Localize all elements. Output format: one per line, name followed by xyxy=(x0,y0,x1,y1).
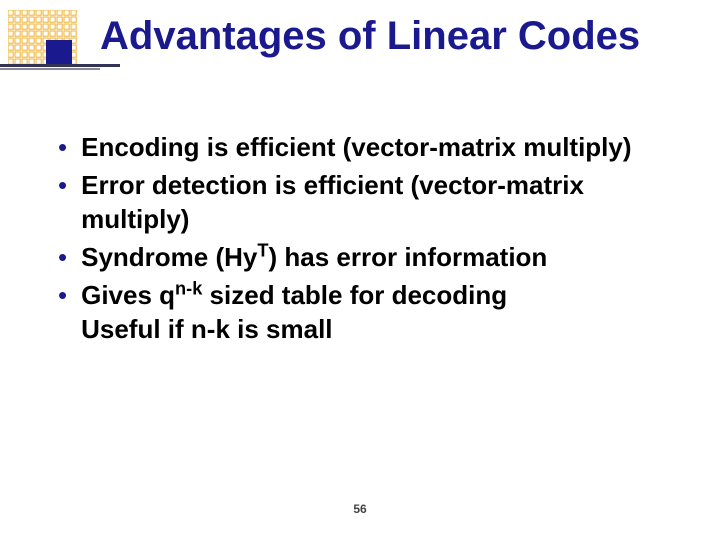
bullet-marker-icon: • xyxy=(58,278,67,312)
bullet-text: Encoding is efficient (vector-matrix mul… xyxy=(81,130,631,164)
bullet-text: Gives qn-k sized table for decodingUsefu… xyxy=(81,278,507,346)
bullet-item: • Encoding is efficient (vector-matrix mu… xyxy=(58,130,680,164)
bullet-marker-icon: • xyxy=(58,240,67,274)
bullet-item: • Gives qn-k sized table for decodingUsef… xyxy=(58,278,680,346)
title-underline-shadow xyxy=(0,68,100,70)
bullet-item: • Error detection is efficient (vector-ma… xyxy=(58,168,680,236)
bullet-list: • Encoding is efficient (vector-matrix mu… xyxy=(58,130,680,350)
bullet-marker-icon: • xyxy=(58,168,67,202)
bullet-marker-icon: • xyxy=(58,130,67,164)
bullet-item: • Syndrome (HyT) has error information xyxy=(58,240,680,274)
page-number: 56 xyxy=(0,502,720,516)
bullet-text: Error detection is efficient (vector-mat… xyxy=(81,168,680,236)
title-underline xyxy=(0,64,120,67)
slide-title: Advantages of Linear Codes xyxy=(100,14,640,59)
bullet-text: Syndrome (HyT) has error information xyxy=(81,240,547,274)
slide-logo xyxy=(8,10,80,70)
